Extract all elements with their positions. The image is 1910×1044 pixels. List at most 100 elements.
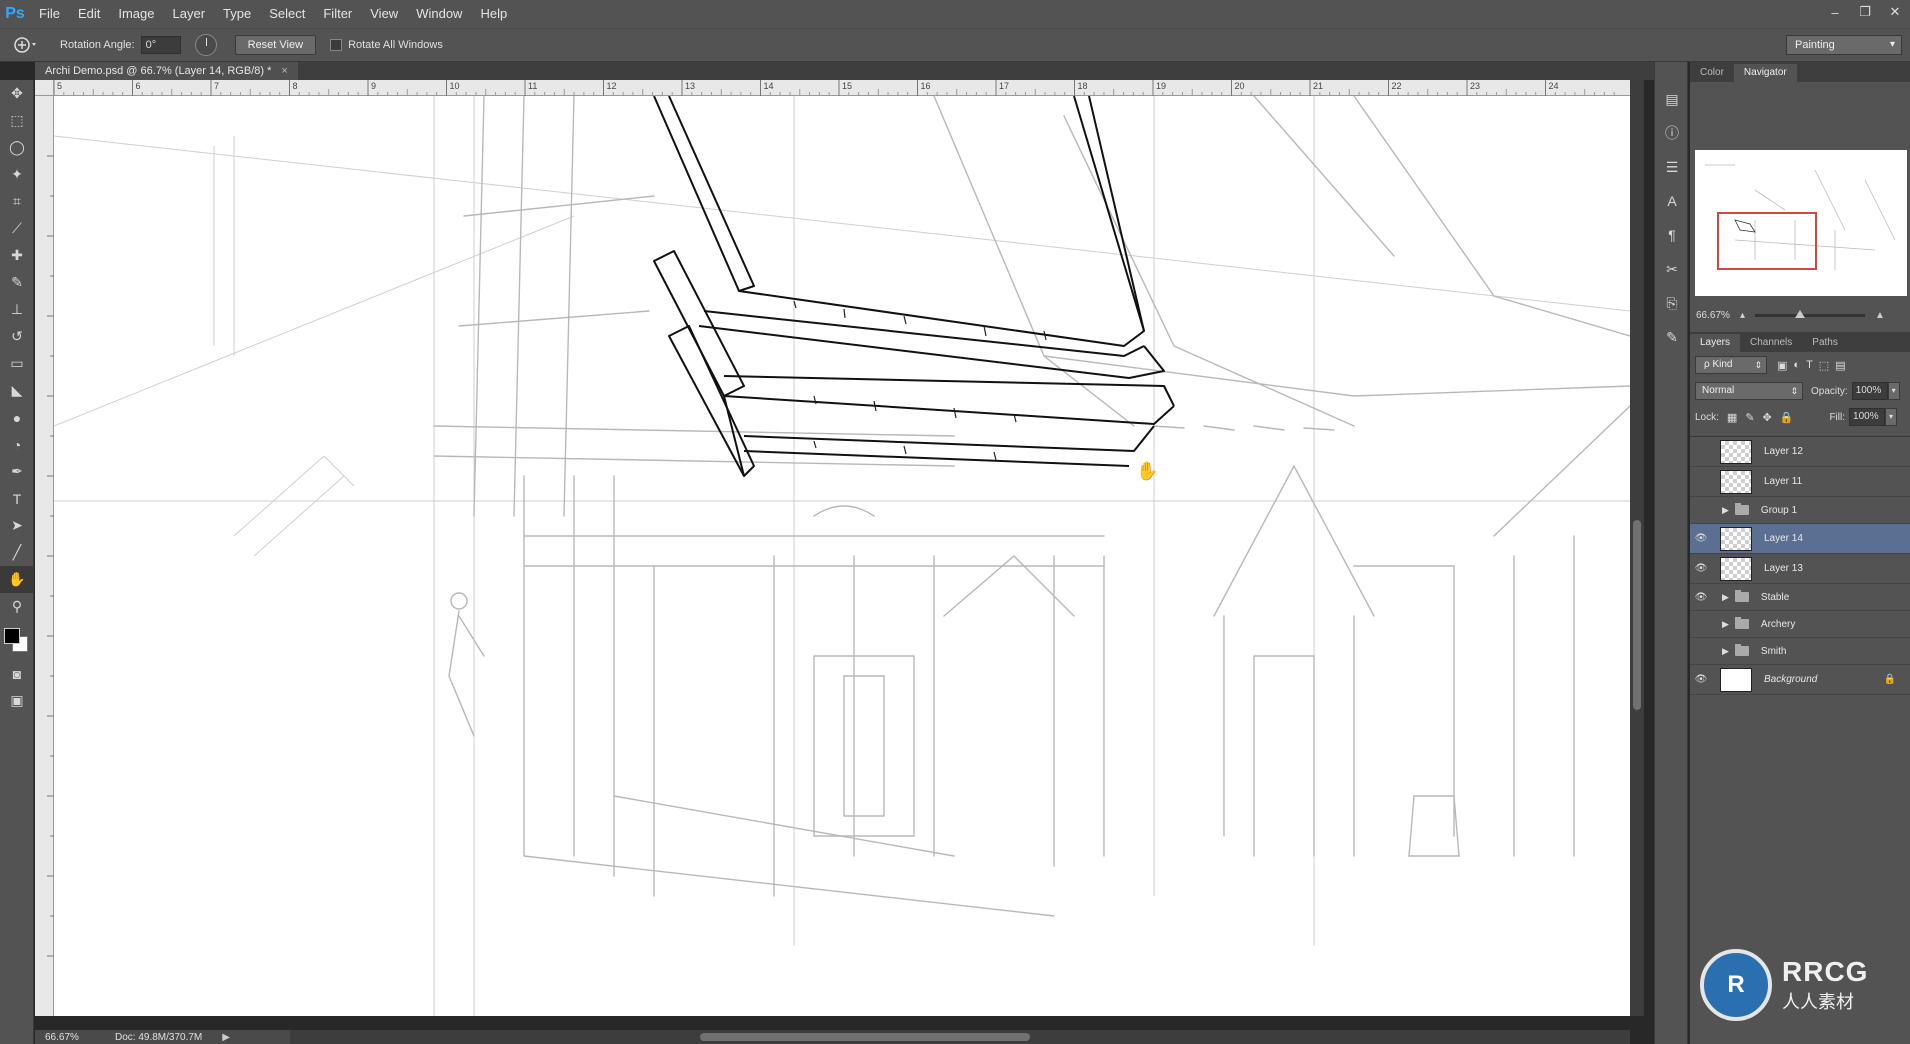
menu-filter[interactable]: Filter — [314, 0, 361, 28]
brush-panel-icon[interactable]: ✎ — [1655, 320, 1689, 354]
type-tool-icon[interactable]: T — [0, 485, 34, 512]
lock-all-icon[interactable]: 🔒 — [1780, 411, 1794, 424]
layer-row-smith[interactable]: ▶ Smith — [1690, 638, 1910, 665]
history-panel-icon[interactable]: ▤ — [1655, 82, 1689, 116]
healing-brush-tool-icon[interactable]: ✚ — [0, 242, 34, 269]
layer-row-layer-13[interactable]: 👁 Layer 13 — [1690, 554, 1910, 584]
menu-view[interactable]: View — [361, 0, 407, 28]
move-tool-icon[interactable]: ✥ — [0, 80, 34, 107]
document-canvas[interactable]: ✋ — [54, 96, 1630, 1016]
properties-panel-icon[interactable]: ☰ — [1655, 150, 1689, 184]
expand-arrow-icon[interactable]: ▶ — [1722, 619, 1729, 630]
tab-channels[interactable]: Channels — [1740, 334, 1802, 352]
visibility-toggle[interactable] — [1690, 504, 1712, 517]
lasso-tool-icon[interactable]: ◯ — [0, 134, 34, 161]
zoom-out-icon[interactable]: ▴ — [1740, 310, 1745, 321]
menu-file[interactable]: File — [30, 0, 69, 28]
horizontal-ruler[interactable]: 5 6 7 8 9 10 11 12 13 14 15 16 17 18 19 20 21 22 23 24 — [53, 80, 1630, 96]
vertical-scrollbar[interactable] — [1630, 80, 1644, 1016]
visibility-toggle[interactable] — [1690, 645, 1712, 658]
rotate-all-windows-checkbox[interactable] — [330, 39, 343, 51]
rotate-view-tool-icon[interactable]: ✋ — [0, 566, 34, 593]
eraser-tool-icon[interactable]: ▭ — [0, 350, 34, 377]
eye-icon[interactable]: 👁 — [1690, 563, 1712, 574]
rotate-view-tool-preset[interactable] — [0, 30, 50, 60]
layer-row-group-1[interactable]: ▶ Group 1 — [1690, 497, 1910, 524]
menu-select[interactable]: Select — [260, 0, 314, 28]
paragraph-panel-icon[interactable]: ¶ — [1655, 218, 1689, 252]
eye-icon[interactable]: 👁 — [1690, 533, 1712, 544]
history-brush-tool-icon[interactable]: ↺ — [0, 323, 34, 350]
workspace-select[interactable]: Painting — [1786, 35, 1902, 55]
visibility-toggle[interactable] — [1690, 475, 1712, 488]
type-filter-icon[interactable]: T — [1806, 359, 1813, 372]
navigator-zoom-slider[interactable] — [1755, 309, 1866, 318]
rotation-angle-input[interactable]: 0° — [140, 36, 181, 54]
status-menu-arrow-icon[interactable]: ▶ — [222, 1032, 230, 1043]
rotation-dial[interactable] — [194, 34, 217, 56]
close-tab-icon[interactable]: × — [281, 65, 287, 77]
layer-row-layer-14[interactable]: 👁 Layer 14 — [1690, 524, 1910, 554]
expand-arrow-icon[interactable]: ▶ — [1722, 646, 1729, 657]
opacity-input[interactable]: 100% — [1851, 382, 1888, 400]
lock-pixels-icon[interactable]: ✎ — [1745, 411, 1754, 424]
horizontal-scrollbar[interactable] — [290, 1030, 1630, 1044]
navigator-preview[interactable] — [1695, 150, 1907, 296]
vertical-scroll-thumb[interactable] — [1633, 520, 1641, 710]
layer-row-layer-11[interactable]: Layer 11 — [1690, 467, 1910, 497]
expand-arrow-icon[interactable]: ▶ — [1722, 592, 1729, 603]
line-tool-icon[interactable]: ╱ — [0, 539, 34, 566]
zoom-tool-icon[interactable]: ⚲ — [0, 593, 34, 620]
layer-row-layer-12[interactable]: Layer 12 — [1690, 437, 1910, 467]
smart-object-filter-icon[interactable]: ▤ — [1835, 359, 1845, 372]
navigator-view-rectangle[interactable] — [1717, 212, 1817, 270]
menu-type[interactable]: Type — [214, 0, 260, 28]
visibility-toggle[interactable] — [1690, 445, 1712, 458]
foreground-color-swatch[interactable] — [4, 628, 20, 644]
clone-source-panel-icon[interactable]: ⎘ — [1655, 286, 1689, 320]
lock-transparency-icon[interactable]: ▦ — [1727, 411, 1737, 424]
eye-icon[interactable]: 👁 — [1690, 674, 1712, 685]
menu-window[interactable]: Window — [407, 0, 471, 28]
brush-tool-icon[interactable]: ✎ — [0, 269, 34, 296]
menu-layer[interactable]: Layer — [164, 0, 215, 28]
eye-icon[interactable]: 👁 — [1690, 592, 1712, 603]
layer-row-archery[interactable]: ▶ Archery — [1690, 611, 1910, 638]
screen-mode-icon[interactable]: ▣ — [0, 687, 34, 714]
navigator-zoom-value[interactable]: 66.67% — [1690, 310, 1740, 321]
blur-tool-icon[interactable]: ● — [0, 404, 34, 431]
tool-presets-panel-icon[interactable]: ✂ — [1655, 252, 1689, 286]
visibility-toggle[interactable] — [1690, 618, 1712, 631]
reset-view-button[interactable]: Reset View — [234, 35, 317, 55]
status-zoom[interactable]: 66.67% — [35, 1032, 95, 1043]
quick-select-tool-icon[interactable]: ✦ — [0, 161, 34, 188]
tab-color[interactable]: Color — [1690, 64, 1734, 82]
eyedropper-tool-icon[interactable]: ⟋ — [0, 215, 34, 242]
pixel-filter-icon[interactable]: ▣ — [1777, 359, 1787, 372]
restore-button[interactable]: ❐ — [1850, 0, 1880, 24]
menu-image[interactable]: Image — [109, 0, 163, 28]
dodge-tool-icon[interactable]: ◔ — [0, 431, 34, 458]
marquee-tool-icon[interactable]: ⬚ — [0, 107, 34, 134]
minimize-button[interactable]: – — [1820, 0, 1850, 24]
fill-dropdown-icon[interactable]: ▾ — [1885, 408, 1898, 426]
tab-paths[interactable]: Paths — [1802, 334, 1848, 352]
crop-tool-icon[interactable]: ⌗ — [0, 188, 34, 215]
blend-mode-select[interactable]: Normal — [1695, 382, 1803, 400]
ruler-origin[interactable] — [35, 80, 54, 96]
layer-row-background[interactable]: 👁 Background 🔒 — [1690, 665, 1910, 695]
fill-input[interactable]: 100% — [1849, 408, 1886, 426]
info-panel-icon[interactable]: ⓘ — [1655, 116, 1689, 150]
opacity-dropdown-icon[interactable]: ▾ — [1887, 382, 1900, 400]
document-tab[interactable]: Archi Demo.psd @ 66.7% (Layer 14, RGB/8)… — [35, 62, 298, 80]
character-panel-icon[interactable]: A — [1655, 184, 1689, 218]
clone-stamp-tool-icon[interactable]: ⊥ — [0, 296, 34, 323]
tab-navigator[interactable]: Navigator — [1733, 64, 1797, 82]
path-select-tool-icon[interactable]: ➤ — [0, 512, 34, 539]
shape-filter-icon[interactable]: ⬚ — [1819, 359, 1829, 372]
pen-tool-icon[interactable]: ✒ — [0, 458, 34, 485]
horizontal-scroll-thumb[interactable] — [700, 1033, 1030, 1041]
layer-row-stable[interactable]: 👁 ▶ Stable — [1690, 584, 1910, 611]
zoom-in-icon[interactable]: ▲ — [1875, 310, 1885, 321]
lock-position-icon[interactable]: ✥ — [1763, 411, 1772, 424]
